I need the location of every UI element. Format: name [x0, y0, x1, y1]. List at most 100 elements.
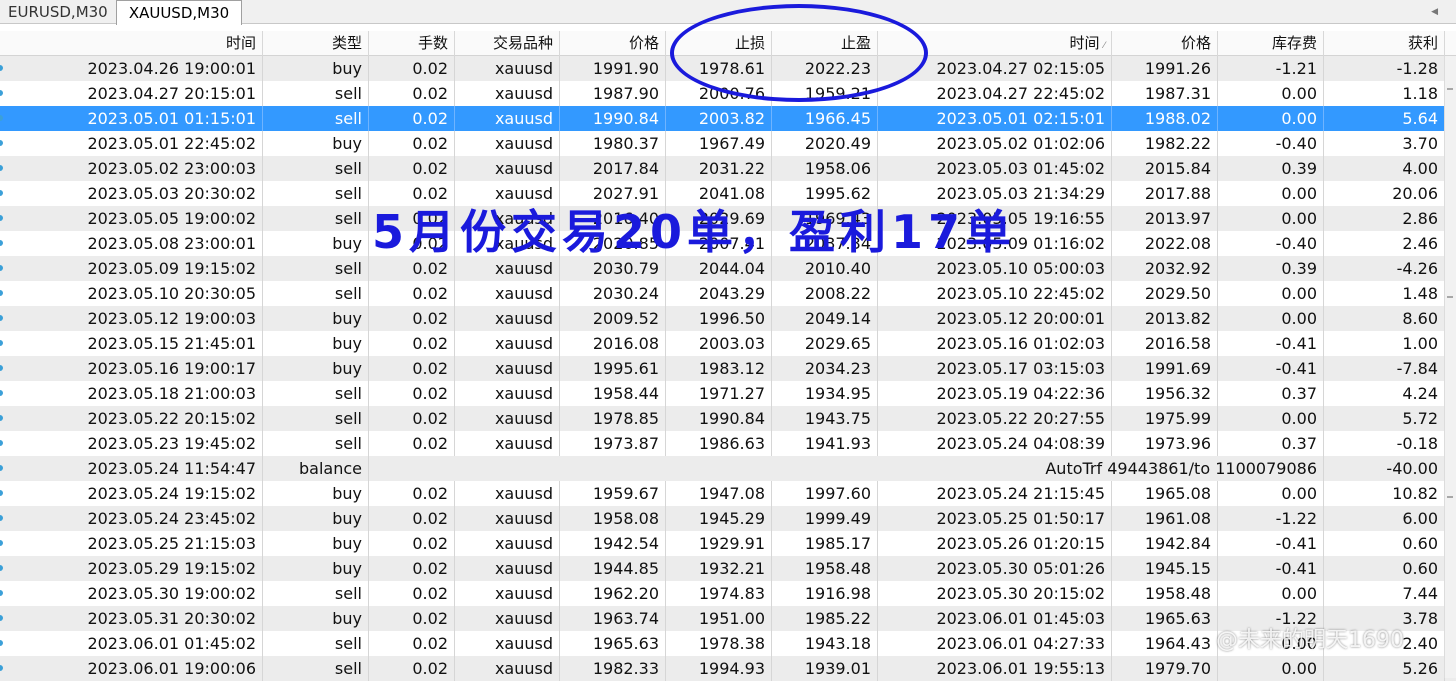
order-marker-icon — [0, 440, 3, 446]
column-header-swap[interactable]: 库存费 — [1218, 31, 1324, 56]
table-row[interactable]: 2023.05.16 19:00:17 buy 0.02 xauusd 1995.61 1… — [0, 356, 1456, 381]
cell-stop-loss: 2003.82 — [666, 106, 772, 131]
cell-close-price: 1982.22 — [1112, 131, 1218, 156]
table-row[interactable]: 2023.05.22 20:15:02 sell 0.02 xauusd 1978.85… — [0, 406, 1456, 431]
cell-close-price: 2013.97 — [1112, 206, 1218, 231]
cell-symbol: xauusd — [455, 281, 560, 306]
tab-scroll-left-icon[interactable]: ◀ — [1431, 0, 1438, 24]
scrollbar-tick — [1447, 88, 1453, 90]
cell-price: 1990.84 — [560, 106, 666, 131]
table-row[interactable]: 2023.05.24 23:45:02 buy 0.02 xauusd 1958.08 1… — [0, 506, 1456, 531]
cell-close-price: 2017.88 — [1112, 181, 1218, 206]
cell-time: 2023.05.12 19:00:03 — [30, 306, 263, 331]
vertical-scrollbar[interactable] — [1444, 56, 1456, 678]
cell-profit: 0.60 — [1324, 531, 1445, 556]
cell-type: sell — [263, 431, 369, 456]
cell-profit: 1.18 — [1324, 81, 1445, 106]
table-row[interactable]: 2023.05.18 21:00:03 sell 0.02 xauusd 1958.44… — [0, 381, 1456, 406]
cell-take-profit: 1958.06 — [772, 156, 878, 181]
cell-symbol: xauusd — [455, 406, 560, 431]
cell-swap: 0.37 — [1218, 431, 1324, 456]
cell-close-price: 2032.92 — [1112, 256, 1218, 281]
cell-symbol: xauusd — [455, 531, 560, 556]
order-marker-icon — [0, 390, 3, 396]
order-marker-icon — [0, 265, 3, 271]
table-row[interactable]: 2023.05.02 23:00:03 sell 0.02 xauusd 2017.84… — [0, 156, 1456, 181]
table-row[interactable]: 2023.05.30 19:00:02 sell 0.02 xauusd 1962.20… — [0, 581, 1456, 606]
cell-profit: 5.72 — [1324, 406, 1445, 431]
balance-row[interactable]: 2023.05.24 11:54:47 balance AutoTrf 494438… — [0, 456, 1456, 481]
cell-price: 1965.63 — [560, 631, 666, 656]
cell-time: 2023.05.22 20:15:02 — [30, 406, 263, 431]
tab-xauusd-m30[interactable]: XAUUSD,M30 — [116, 0, 242, 25]
cell-swap: 0.39 — [1218, 256, 1324, 281]
cell-time: 2023.05.05 19:00:02 — [30, 206, 263, 231]
order-marker-icon — [0, 315, 3, 321]
column-header-time[interactable]: 时间 — [30, 31, 263, 56]
table-row-selected[interactable]: 2023.05.01 01:15:01 sell 0.02 xauusd 1990.84… — [0, 106, 1456, 131]
cell-take-profit: 2029.65 — [772, 331, 878, 356]
cell-time: 2023.05.01 22:45:02 — [30, 131, 263, 156]
cell-type: buy — [263, 306, 369, 331]
cell-swap: 0.00 — [1218, 656, 1324, 681]
cell-type: buy — [263, 556, 369, 581]
table-row[interactable]: 2023.05.01 22:45:02 buy 0.02 xauusd 1980.37 1… — [0, 131, 1456, 156]
column-header-type[interactable]: 类型 — [263, 31, 369, 56]
cell-close-price: 1975.99 — [1112, 406, 1218, 431]
tab-eurusd-m30[interactable]: EURUSD,M30 — [0, 0, 110, 24]
cell-take-profit: 1941.93 — [772, 431, 878, 456]
cell-swap: 0.00 — [1218, 306, 1324, 331]
cell-volume: 0.02 — [369, 306, 455, 331]
cell-close-time: 2023.04.27 22:45:02 — [878, 81, 1112, 106]
column-header-profit[interactable]: 获利 — [1324, 31, 1445, 56]
column-header-symbol[interactable]: 交易品种 — [455, 31, 560, 56]
cell-close-price: 1961.08 — [1112, 506, 1218, 531]
order-marker-icon — [0, 165, 3, 171]
table-row[interactable]: 2023.05.15 21:45:01 buy 0.02 xauusd 2016.08 2… — [0, 331, 1456, 356]
table-row[interactable]: 2023.05.12 19:00:03 buy 0.02 xauusd 2009.52 1… — [0, 306, 1456, 331]
cell-swap: 0.00 — [1218, 581, 1324, 606]
cell-price: 2009.52 — [560, 306, 666, 331]
cell-type: buy — [263, 56, 369, 81]
order-marker-icon — [0, 90, 3, 96]
cell-stop-loss: 1932.21 — [666, 556, 772, 581]
cell-price: 1980.37 — [560, 131, 666, 156]
order-marker-icon — [0, 465, 3, 471]
table-row[interactable]: 2023.05.25 21:15:03 buy 0.02 xauusd 1942.54 1… — [0, 531, 1456, 556]
column-header-price[interactable]: 价格 — [560, 31, 666, 56]
table-row[interactable]: 2023.05.23 19:45:02 sell 0.02 xauusd 1973.87… — [0, 431, 1456, 456]
cell-stop-loss: 1983.12 — [666, 356, 772, 381]
cell-type: buy — [263, 331, 369, 356]
cell-swap: -0.40 — [1218, 131, 1324, 156]
cell-close-time: 2023.05.24 04:08:39 — [878, 431, 1112, 456]
cell-profit: 8.60 — [1324, 306, 1445, 331]
cell-close-time: 2023.05.12 20:00:01 — [878, 306, 1112, 331]
table-row[interactable]: 2023.05.10 20:30:05 sell 0.02 xauusd 2030.24… — [0, 281, 1456, 306]
cell-profit: 1.00 — [1324, 331, 1445, 356]
order-marker-icon — [0, 540, 3, 546]
table-row[interactable]: 2023.06.01 19:00:06 sell 0.02 xauusd 1982.33… — [0, 656, 1456, 681]
cell-volume: 0.02 — [369, 331, 455, 356]
cell-comment: AutoTrf 49443861/to 1100079086 — [369, 456, 1324, 481]
cell-symbol: xauusd — [455, 156, 560, 181]
cell-stop-loss: 1974.83 — [666, 581, 772, 606]
cell-symbol: xauusd — [455, 506, 560, 531]
column-header-close-price[interactable]: 价格 — [1112, 31, 1218, 56]
cell-close-time: 2023.05.01 02:15:01 — [878, 106, 1112, 131]
cell-profit: 10.82 — [1324, 481, 1445, 506]
cell-stop-loss: 1967.49 — [666, 131, 772, 156]
cell-time: 2023.05.16 19:00:17 — [30, 356, 263, 381]
cell-swap: -0.41 — [1218, 531, 1324, 556]
cell-close-time: 2023.05.16 01:02:03 — [878, 331, 1112, 356]
cell-close-price: 1965.63 — [1112, 606, 1218, 631]
table-row[interactable]: 2023.05.29 19:15:02 buy 0.02 xauusd 1944.85 1… — [0, 556, 1456, 581]
cell-swap: -0.40 — [1218, 231, 1324, 256]
cell-price: 1995.61 — [560, 356, 666, 381]
cell-swap: 0.00 — [1218, 181, 1324, 206]
table-row[interactable]: 2023.05.24 19:15:02 buy 0.02 xauusd 1959.67 1… — [0, 481, 1456, 506]
cell-volume: 0.02 — [369, 81, 455, 106]
cell-swap: 0.00 — [1218, 81, 1324, 106]
cell-symbol: xauusd — [455, 606, 560, 631]
column-header-volume[interactable]: 手数 — [369, 31, 455, 56]
cell-stop-loss: 2003.03 — [666, 331, 772, 356]
